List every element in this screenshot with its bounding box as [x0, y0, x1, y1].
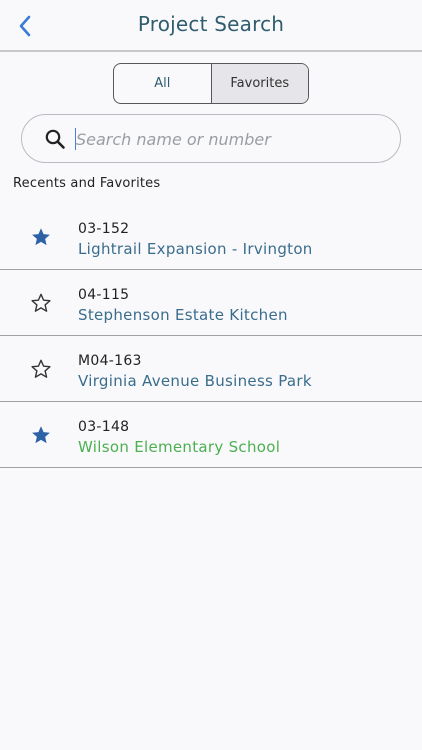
- segment-all[interactable]: All: [114, 64, 211, 103]
- text-cursor: [75, 128, 76, 150]
- search-icon: [45, 129, 65, 149]
- project-number: 04-115: [78, 287, 130, 303]
- project-row[interactable]: 04-115 Stephenson Estate Kitchen: [0, 270, 422, 336]
- project-number: 03-152: [78, 221, 130, 237]
- search-input[interactable]: [76, 123, 386, 155]
- project-number: 03-148: [78, 419, 130, 435]
- project-row[interactable]: 03-148 Wilson Elementary School: [0, 402, 422, 468]
- project-name: Virginia Avenue Business Park: [78, 372, 312, 390]
- project-name: Lightrail Expansion - Irvington: [78, 240, 313, 258]
- project-row[interactable]: 03-152 Lightrail Expansion - Irvington: [0, 204, 422, 270]
- star-outline-icon[interactable]: [30, 292, 52, 314]
- project-number: M04-163: [78, 353, 142, 369]
- filter-segmented-control: All Favorites: [113, 63, 309, 104]
- star-filled-icon[interactable]: [30, 226, 52, 248]
- project-list: 03-152 Lightrail Expansion - Irvington 0…: [0, 204, 422, 468]
- segment-favorites[interactable]: Favorites: [210, 64, 308, 103]
- search-bar: [21, 114, 401, 163]
- navigation-bar: Project Search: [0, 0, 422, 52]
- project-name: Wilson Elementary School: [78, 438, 281, 456]
- star-filled-icon[interactable]: [30, 424, 52, 446]
- project-name: Stephenson Estate Kitchen: [78, 306, 288, 324]
- star-outline-icon[interactable]: [30, 358, 52, 380]
- project-row[interactable]: M04-163 Virginia Avenue Business Park: [0, 336, 422, 402]
- section-title: Recents and Favorites: [13, 176, 161, 191]
- project-search-screen: Project Search All Favorites Recents and…: [0, 0, 422, 750]
- page-title: Project Search: [137, 12, 285, 36]
